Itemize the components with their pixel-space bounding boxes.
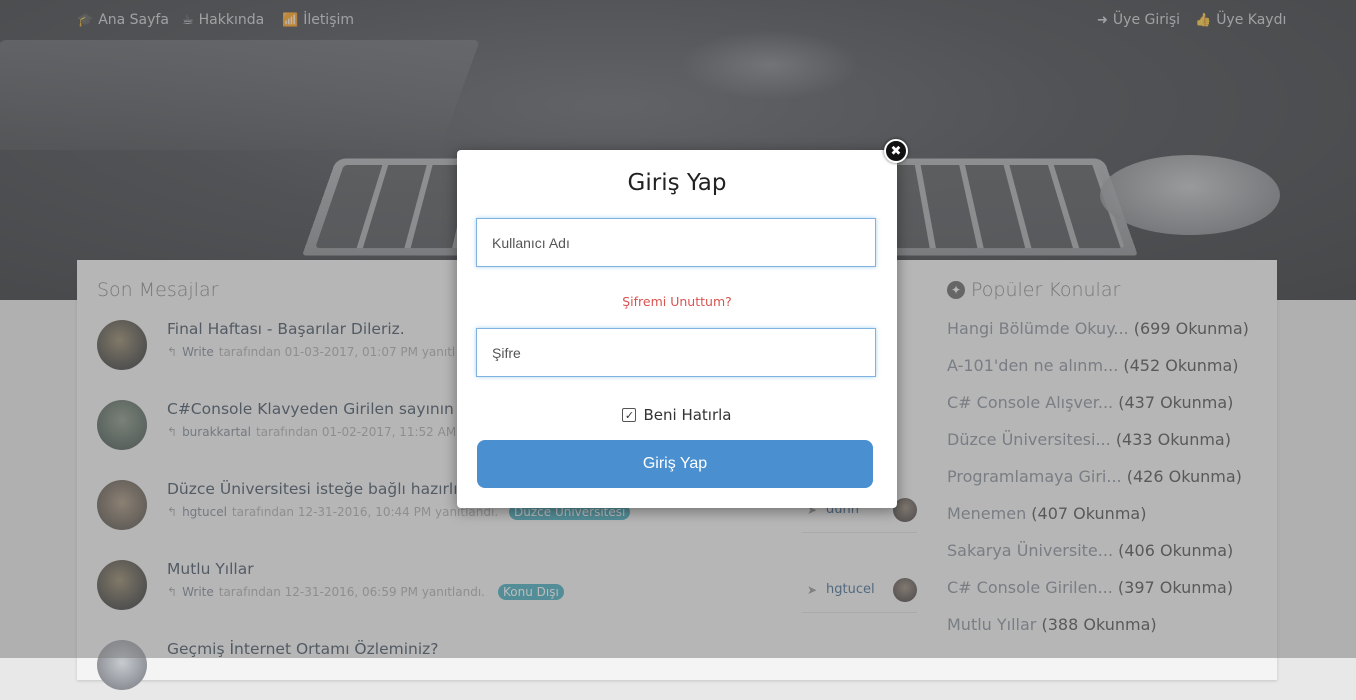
close-icon[interactable]: ✖ [884,139,908,163]
remember-me[interactable]: ✓ Beni Hatırla [457,406,897,424]
forgot-password-link[interactable]: Şifremi Unuttum? [457,294,897,309]
password-input[interactable] [476,328,876,377]
login-submit-button[interactable]: Giriş Yap [477,440,873,488]
username-input[interactable] [476,218,876,267]
remember-label[interactable]: Beni Hatırla [643,406,731,424]
modal-title: Giriş Yap [457,170,897,196]
remember-checkbox[interactable]: ✓ [622,408,636,422]
login-modal: ✖ Giriş Yap Şifremi Unuttum? ✓ Beni Hatı… [457,150,897,508]
